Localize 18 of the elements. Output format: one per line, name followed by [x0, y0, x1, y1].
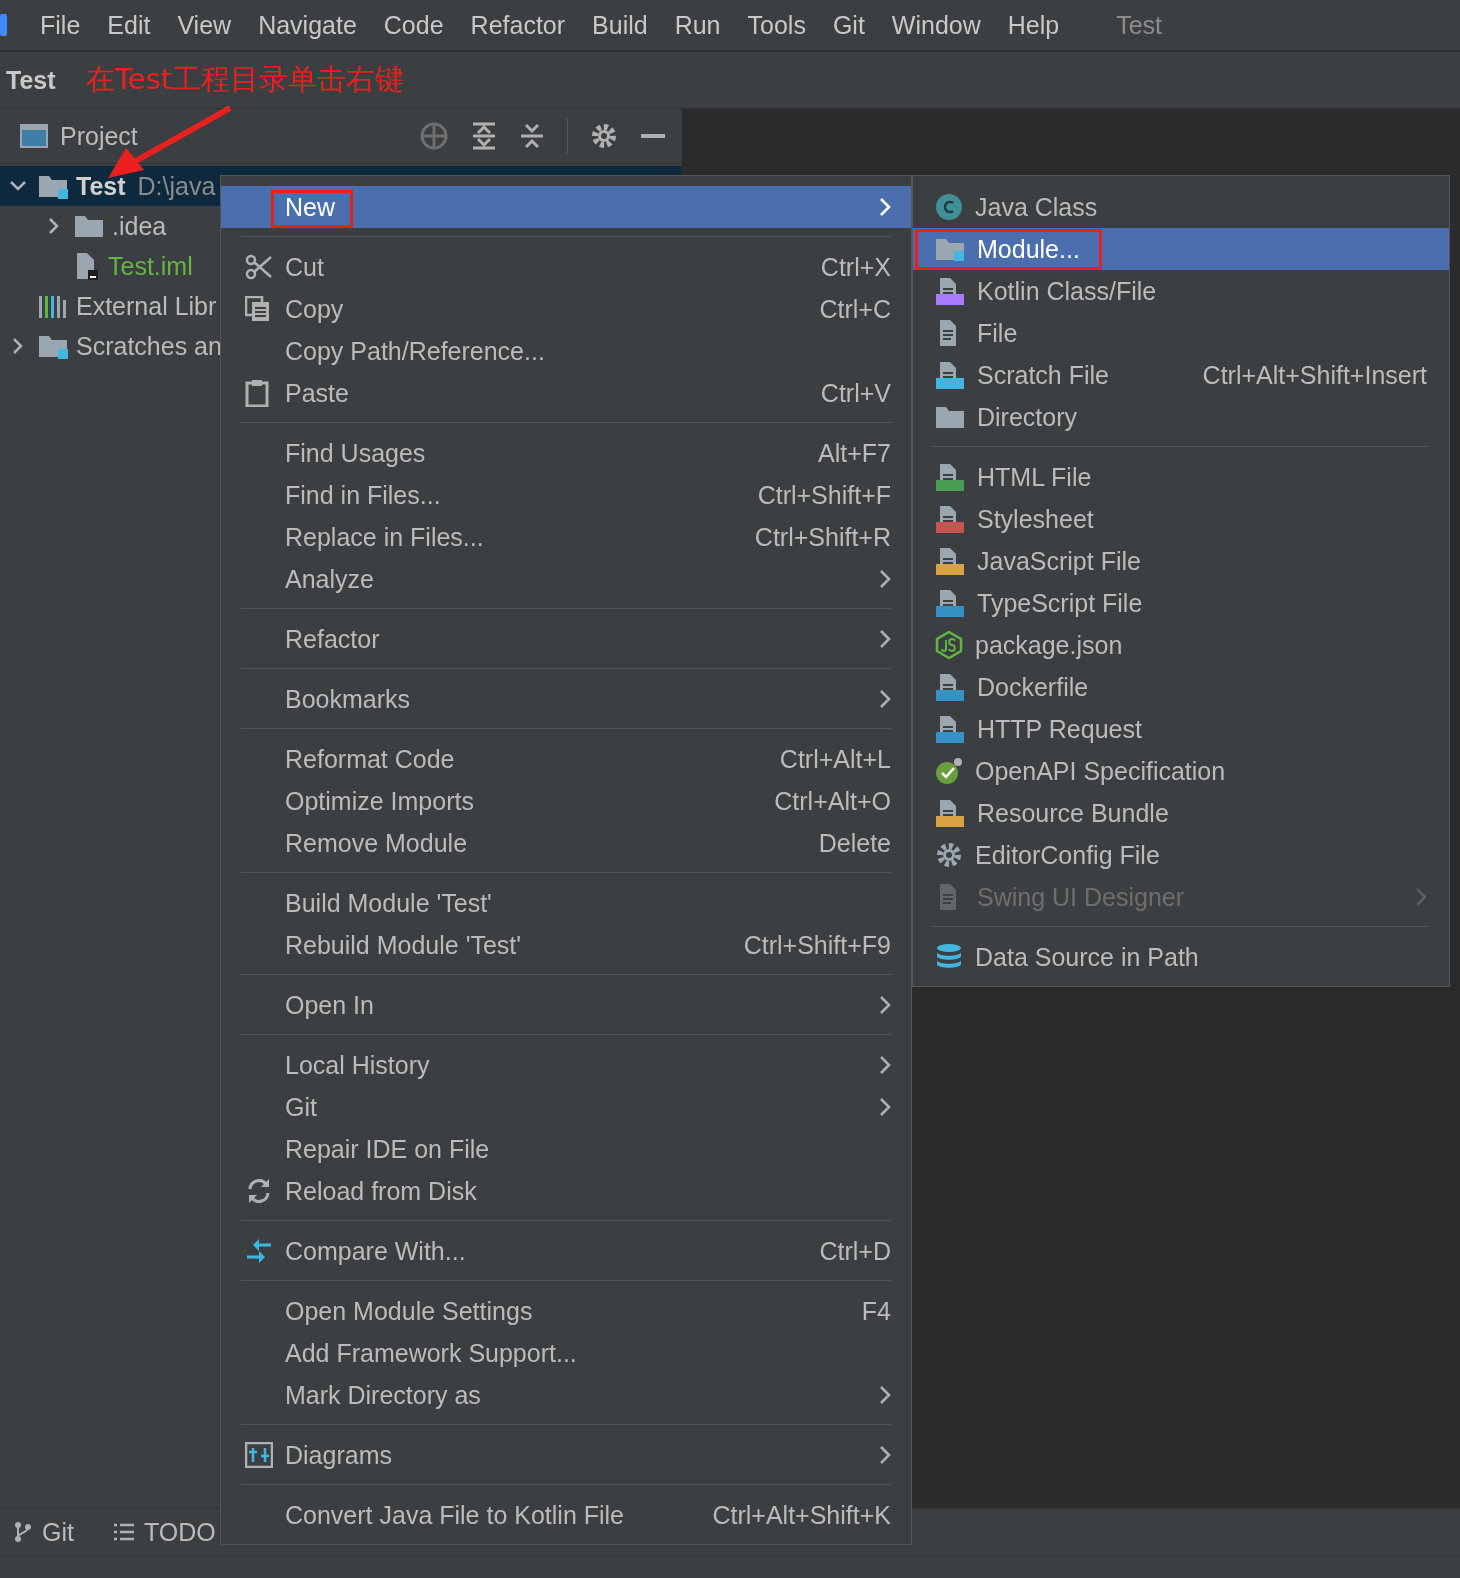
- keyboard-shortcut: Ctrl+D: [819, 1236, 891, 1266]
- keyboard-shortcut: Ctrl+C: [819, 294, 891, 324]
- keyboard-shortcut: Ctrl+V: [820, 378, 891, 408]
- keyboard-shortcut: Alt+F7: [818, 438, 891, 468]
- keyboard-shortcut: Ctrl+Alt+L: [779, 744, 891, 774]
- window-title: Test: [1116, 10, 1163, 40]
- project-name: Test: [6, 65, 57, 95]
- keyboard-shortcut: Ctrl+Shift+F: [757, 480, 891, 510]
- keyboard-shortcut: F4: [861, 1296, 891, 1326]
- annotation-text: 在Test工程目录单击右键: [86, 61, 405, 98]
- keyboard-shortcut: Ctrl+Alt+Shift+Insert: [1202, 360, 1427, 390]
- keyboard-shortcut: Ctrl+X: [820, 252, 891, 282]
- keyboard-shortcut: Ctrl+Shift+R: [754, 522, 891, 552]
- keyboard-shortcut: Ctrl+Shift+F9: [743, 930, 891, 960]
- keyboard-shortcut: Ctrl+Alt+O: [774, 786, 891, 816]
- path-label: D:\java: [137, 171, 216, 201]
- keyboard-shortcut: Delete: [818, 828, 891, 858]
- keyboard-shortcut: Ctrl+Alt+Shift+K: [712, 1500, 891, 1530]
